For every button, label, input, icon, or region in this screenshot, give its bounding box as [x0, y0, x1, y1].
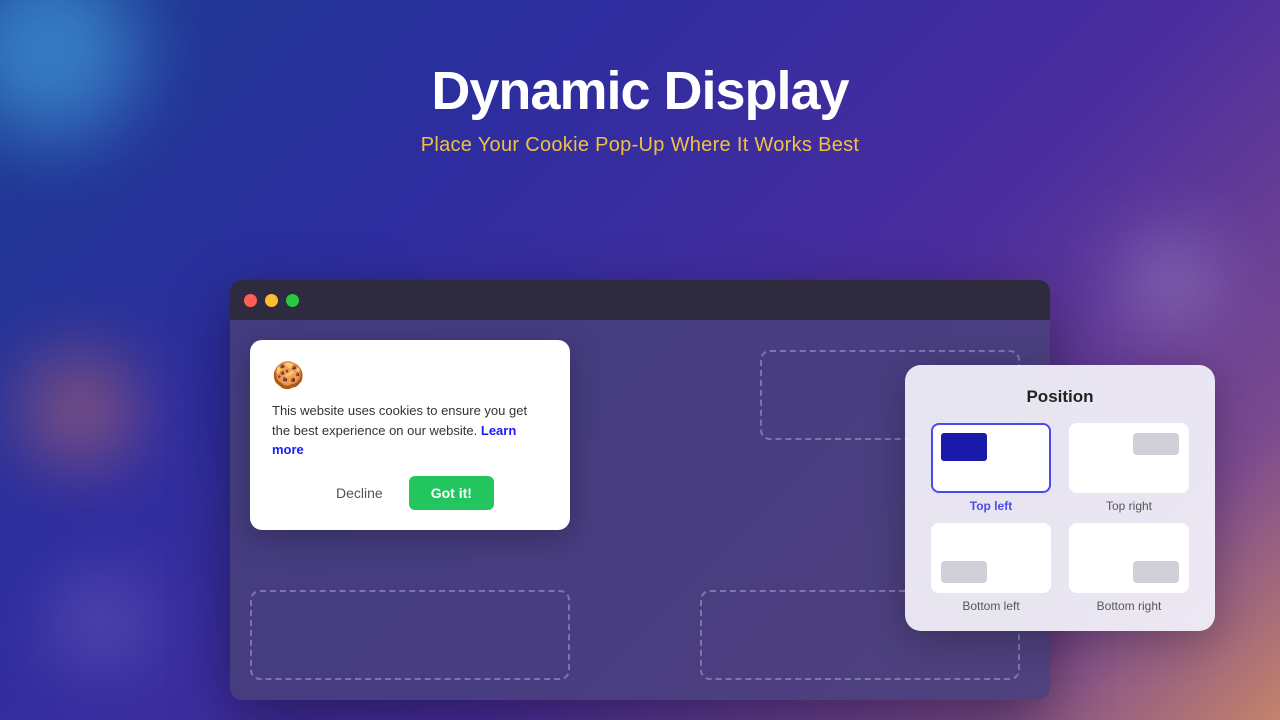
position-option-top-right[interactable]: Top right — [1065, 423, 1193, 513]
cookie-icon: 🍪 — [272, 360, 548, 391]
header: Dynamic Display Place Your Cookie Pop-Up… — [0, 0, 1280, 157]
mini-popup-main — [941, 433, 987, 461]
dot-yellow — [265, 294, 278, 307]
cookie-text: This website uses cookies to ensure you … — [272, 401, 548, 460]
placeholder-bottom-left — [250, 590, 570, 680]
blob-4 — [1140, 250, 1200, 310]
position-panel: Position Top left Top right Bottom left — [905, 365, 1215, 631]
position-label-top-right: Top right — [1106, 499, 1152, 513]
mini-popup-bottom-right — [1133, 561, 1179, 583]
position-grid: Top left Top right Bottom left Bottom ri… — [927, 423, 1193, 613]
page-subtitle: Place Your Cookie Pop-Up Where It Works … — [0, 134, 1280, 157]
browser-titlebar — [230, 280, 1050, 320]
position-label-bottom-right: Bottom right — [1097, 599, 1162, 613]
position-preview-top-right — [1069, 423, 1189, 493]
blob-3 — [60, 580, 140, 660]
position-preview-bottom-left — [931, 523, 1051, 593]
position-panel-title: Position — [927, 387, 1193, 407]
mini-popup-top-right — [1133, 433, 1179, 455]
position-preview-bottom-right — [1069, 523, 1189, 593]
position-option-bottom-right[interactable]: Bottom right — [1065, 523, 1193, 613]
position-option-top-left[interactable]: Top left — [927, 423, 1055, 513]
cookie-buttons: Decline Got it! — [272, 476, 548, 510]
position-option-bottom-left[interactable]: Bottom left — [927, 523, 1055, 613]
decline-button[interactable]: Decline — [326, 479, 393, 507]
cookie-popup: 🍪 This website uses cookies to ensure yo… — [250, 340, 570, 530]
position-label-bottom-left: Bottom left — [962, 599, 1019, 613]
dot-red — [244, 294, 257, 307]
dot-green — [286, 294, 299, 307]
accept-button[interactable]: Got it! — [409, 476, 494, 510]
mini-popup-bottom-left — [941, 561, 987, 583]
position-label-top-left: Top left — [970, 499, 1012, 513]
position-preview-top-left — [931, 423, 1051, 493]
blob-2 — [30, 360, 130, 460]
page-title: Dynamic Display — [0, 60, 1280, 122]
